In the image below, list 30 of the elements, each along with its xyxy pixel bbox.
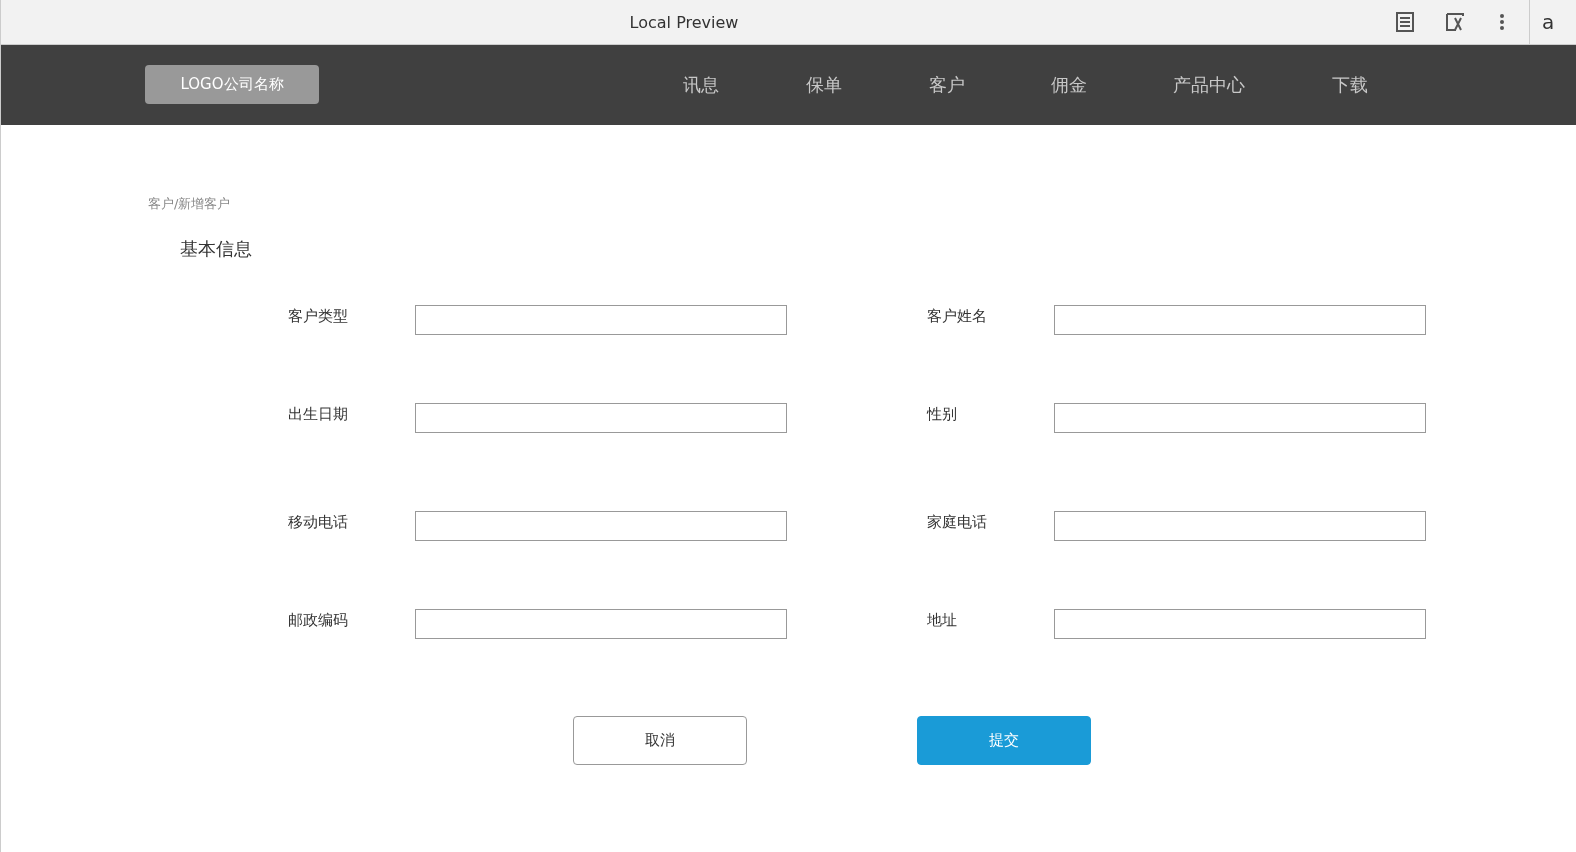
breadcrumb: 客户/新增客户 xyxy=(148,195,231,213)
field-label: 邮政编码 xyxy=(288,611,349,630)
input-field[interactable] xyxy=(1054,403,1426,433)
cancel-button[interactable]: 取消 xyxy=(573,716,747,765)
input-field[interactable] xyxy=(415,403,787,433)
input-field[interactable] xyxy=(415,609,787,639)
field-label: 家庭电话 xyxy=(927,513,988,532)
input-field[interactable] xyxy=(1054,305,1426,335)
formula-icon[interactable] xyxy=(1445,12,1465,32)
input-field[interactable] xyxy=(415,305,787,335)
field-label: 移动电话 xyxy=(288,513,349,532)
edge-text: a xyxy=(1542,10,1555,34)
field-label: 性别 xyxy=(927,405,958,424)
nav-item[interactable]: 讯息 xyxy=(683,73,719,97)
input-field[interactable] xyxy=(1054,609,1426,639)
input-field[interactable] xyxy=(415,511,787,541)
document-lines-icon[interactable] xyxy=(1395,12,1415,32)
nav-item[interactable]: 产品中心 xyxy=(1173,73,1245,97)
nav-item[interactable]: 保单 xyxy=(806,73,842,97)
field-label: 出生日期 xyxy=(288,405,349,424)
field-label: 客户类型 xyxy=(288,307,349,326)
nav-item[interactable]: 下载 xyxy=(1332,73,1368,97)
section-title: 基本信息 xyxy=(180,237,252,261)
field-label: 地址 xyxy=(927,611,958,630)
nav-item[interactable]: 佣金 xyxy=(1051,73,1087,97)
window-title: Local Preview xyxy=(629,12,739,32)
more-options-icon[interactable] xyxy=(1499,12,1505,32)
input-field[interactable] xyxy=(1054,511,1426,541)
field-label: 客户姓名 xyxy=(927,307,988,326)
nav-item[interactable]: 客户 xyxy=(929,73,965,97)
